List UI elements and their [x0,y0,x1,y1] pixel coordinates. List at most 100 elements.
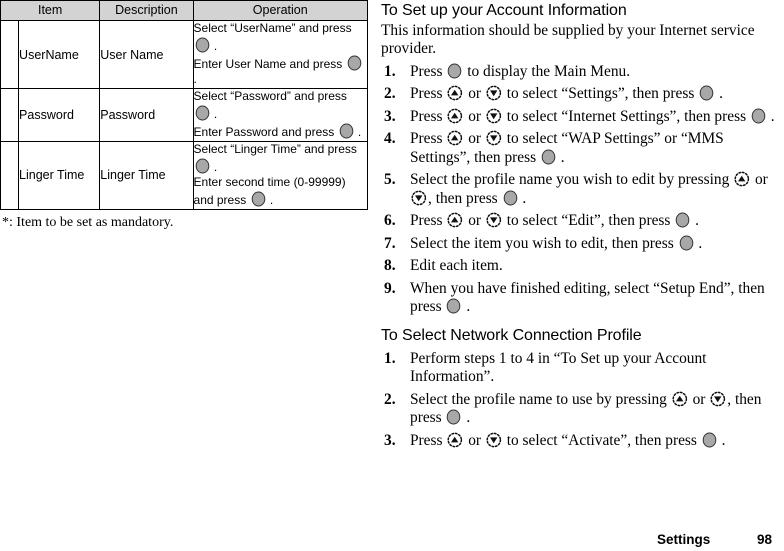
down-arrow-key-icon [486,108,502,124]
center-select-key-icon [446,298,461,314]
cell-item: Password [18,88,101,142]
step-number: 2. [384,390,396,408]
step-text: , then press [428,189,502,207]
center-select-key-icon [699,85,714,101]
step-text: Press [410,107,447,125]
step-text: or [464,130,485,148]
cell-item: UserName [18,19,101,90]
cell-description: User Name [99,19,194,90]
center-select-key-icon [503,190,518,206]
table-row: Password Password Select “Password” and pr… [0,88,369,142]
step-text: or [464,212,485,230]
step-item: 8. Edit each item. [381,257,777,275]
operation-line: Enter Password and press . [193,123,362,139]
step-number: 4. [384,130,396,148]
section-intro-paragraph: This information should be supplied by y… [381,22,755,58]
right-column: To Set up your Account Information This … [381,0,777,450]
footer-page-number: 98 [756,532,772,547]
table-body: UserName User Name Select “UserName” and p… [0,19,369,211]
cell-operation: Select “Linger Time” and press . Enter se… [192,140,369,211]
table-header-row: Item Description Operation [0,0,369,21]
step-text: to select “Settings”, then press [502,85,699,103]
step-number: 2. [384,85,396,103]
step-item: 9. When you have finished editing, select… [381,280,777,317]
center-select-key-icon [751,108,766,124]
step-text: to select “Activate”, then press [502,431,701,449]
step-text: or [464,107,485,125]
step-text: or [464,85,485,103]
up-arrow-key-icon [672,391,688,407]
cell-item: Linger Time [18,140,101,211]
step-text: to select “Edit”, then press [502,212,675,230]
center-select-key-icon [447,63,462,79]
page-footer: Settings 98 [0,532,772,547]
step-text: Press [410,130,447,148]
step-number: 1. [384,62,396,80]
step-text: Select the item you wish to edit, then p… [410,234,678,252]
settings-items-table: Item Description Operation UserName User … [0,0,369,211]
center-select-key-icon [339,123,354,139]
step-text: Press [410,62,447,80]
section-heading-account-information: To Set up your Account Information [381,2,627,19]
step-item: 5. Select the profile name you wish to ed… [381,171,777,208]
column-header-operation: Operation [192,0,369,21]
step-text: Press [410,212,447,230]
step-number: 3. [384,107,396,125]
step-text: . [766,107,775,125]
center-select-key-icon [195,158,210,174]
down-arrow-key-icon [486,432,502,448]
left-column: Item Description Operation UserName User … [0,0,372,231]
cell-operation: Select “UserName” and press . Enter User … [192,19,369,90]
table-footnote: *: Item to be set as mandatory. [2,215,174,231]
table-header: Item Description Operation [0,0,369,21]
center-select-key-icon [251,191,266,207]
step-number: 9. [384,279,396,297]
up-arrow-key-icon [447,432,463,448]
step-text: or [464,431,485,449]
step-list-network-connection-profile: 1. Perform steps 1 to 4 in “To Set up you… [381,350,777,450]
center-select-key-icon [195,37,210,53]
step-item: 7. Select the item you wish to edit, then… [381,235,777,253]
step-number: 8. [384,257,396,275]
section-heading-network-connection-profile: To Select Network Connection Profile [381,326,642,344]
down-arrow-key-icon [486,212,502,228]
step-text: Press [410,85,447,103]
center-select-key-icon [195,105,210,121]
step-text: Press [410,431,447,449]
step-text: to display the Main Menu. [463,62,631,80]
step-text: or [751,171,768,189]
cell-mandatory-mark [0,19,20,90]
center-select-key-icon [679,235,694,251]
up-arrow-key-icon [447,130,463,146]
down-arrow-key-icon [486,130,502,146]
cell-description: Password [99,88,194,142]
step-number: 7. [384,234,396,252]
step-item: 3. Press or to select “Internet Settings”… [381,108,777,126]
center-select-key-icon [446,409,461,425]
step-item: 4. Press or to select “WAP Settings” or “… [381,130,777,167]
step-text: Select the profile name you wish to edit… [410,171,734,189]
up-arrow-key-icon [734,171,750,187]
cell-mandatory-mark [0,140,20,211]
operation-line: Enter second time (0-99999) and press . [193,175,346,208]
step-text: to select “Internet Settings”, then pres… [502,107,750,125]
down-arrow-key-icon [486,85,502,101]
step-text: Edit each item. [410,257,503,275]
step-item: 2. Press or to select “Settings”, then pr… [381,85,777,103]
up-arrow-key-icon [447,108,463,124]
step-item: 6. Press or to select “Edit”, then press … [381,212,777,230]
step-text: Perform steps 1 to 4 in “To Set up your … [410,349,707,386]
down-arrow-key-icon [411,190,427,206]
up-arrow-key-icon [447,85,463,101]
cell-mandatory-mark [0,88,20,142]
step-text: or [688,390,710,408]
up-arrow-key-icon [447,212,463,228]
step-item: 2. Select the profile name to use by pres… [381,391,777,428]
step-item: 1. Perform steps 1 to 4 in “To Set up you… [381,350,777,387]
step-text: . [462,409,471,427]
step-text: . [717,431,726,449]
step-number: 3. [384,431,396,449]
column-header-item: Item [0,0,101,21]
step-text: Select the profile name to use by pressi… [410,390,671,408]
step-number: 1. [384,349,396,367]
